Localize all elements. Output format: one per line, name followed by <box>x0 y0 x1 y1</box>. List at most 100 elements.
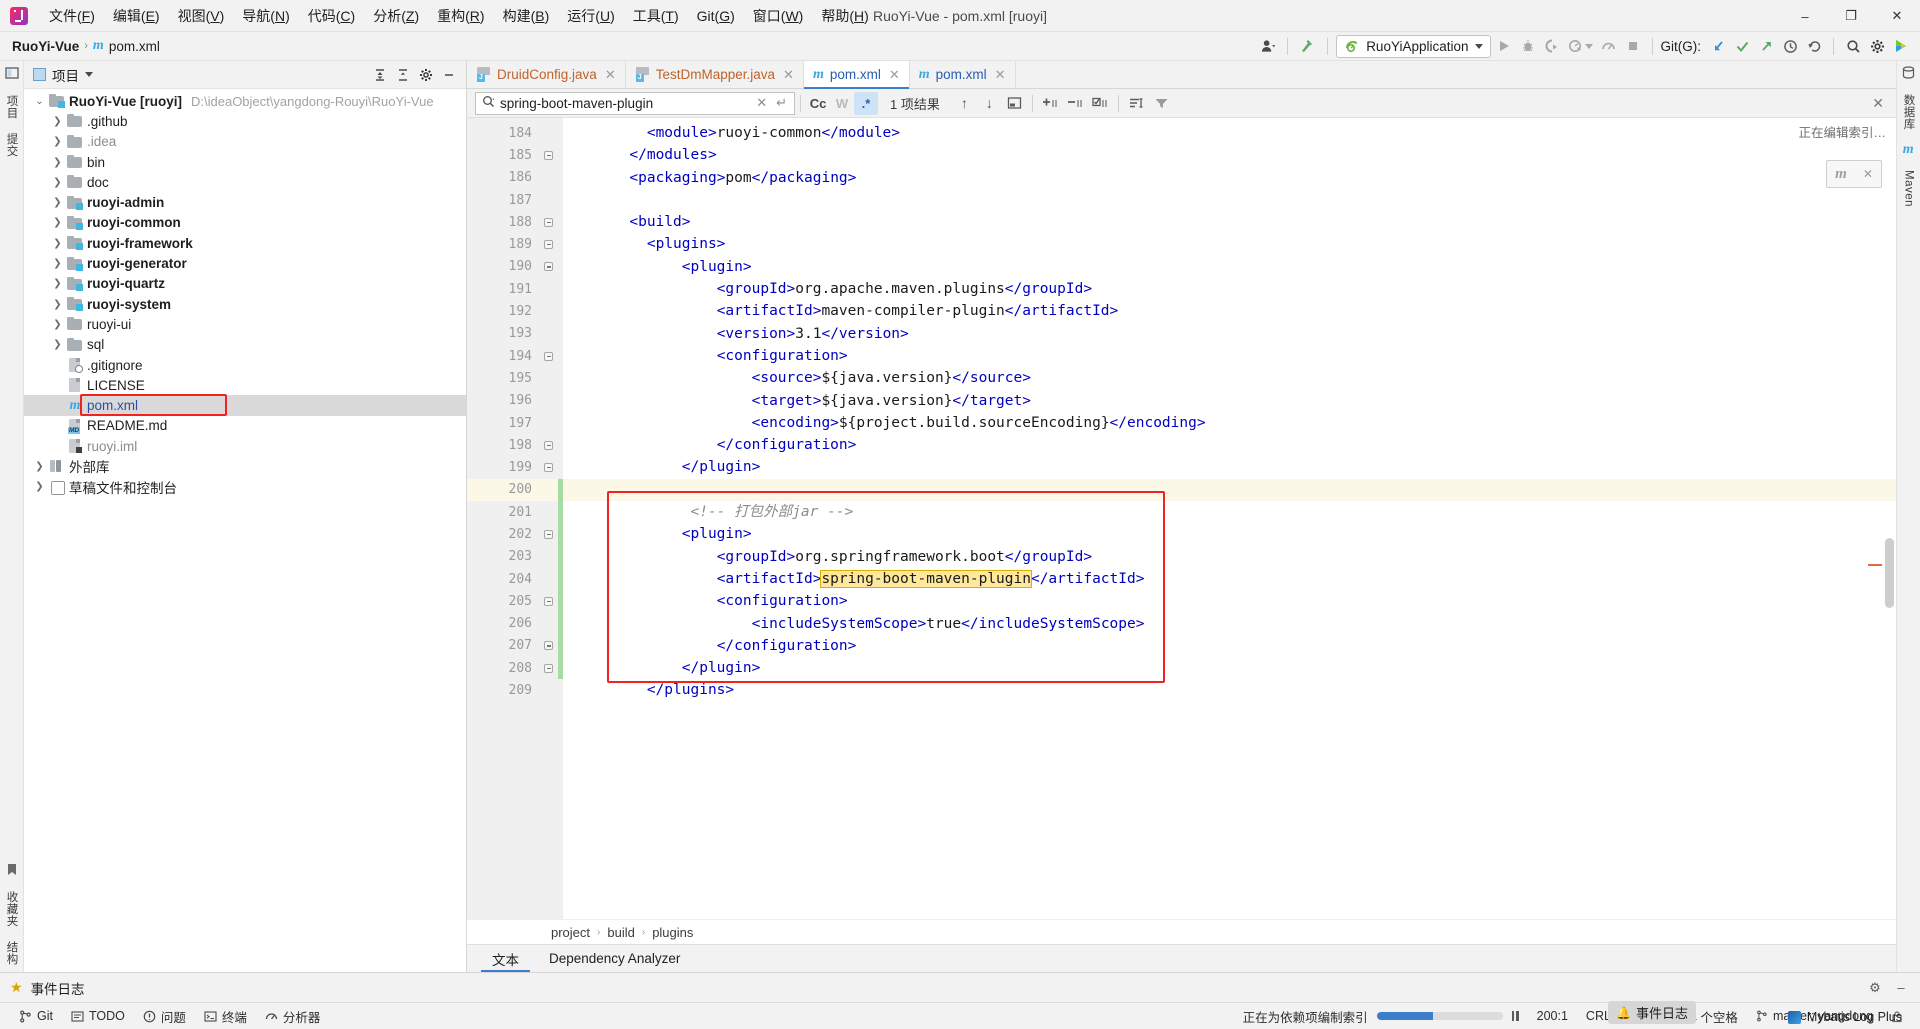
run-with-coverage-button[interactable] <box>1541 35 1563 57</box>
tree-node[interactable]: ❯ .github <box>24 111 466 131</box>
caret-position[interactable]: 200:1 <box>1528 1009 1577 1023</box>
menu-item-help[interactable]: 帮助(H) <box>812 3 877 29</box>
search-everywhere-icon[interactable] <box>1842 35 1864 57</box>
regex-toggle[interactable]: .* <box>854 91 878 115</box>
code-line[interactable]: </plugin> <box>563 456 1896 478</box>
sidebar-item-bookmarks[interactable]: 收藏夹 <box>1 884 23 934</box>
event-log-settings-icon[interactable]: ⚙ <box>1864 977 1886 999</box>
fold-marker[interactable] <box>539 523 558 545</box>
menu-item-tools[interactable]: 工具(T) <box>624 3 688 29</box>
bottom-tab-todo[interactable]: TODO <box>62 1009 134 1023</box>
sidebar-item-project[interactable]: 项目 <box>1 88 23 126</box>
tab-text[interactable]: 文本 <box>477 945 534 972</box>
chevron-right-icon[interactable]: ❯ <box>52 136 63 147</box>
code-line[interactable]: <module>ruoyi-common</module> <box>563 122 1896 144</box>
sidebar-item-maven[interactable]: Maven <box>1900 163 1918 214</box>
code-line[interactable]: <groupId>org.apache.maven.plugins</group… <box>563 278 1896 300</box>
settings-gear-icon[interactable] <box>1866 35 1888 57</box>
git-push-icon[interactable] <box>1755 35 1777 57</box>
fold-icon[interactable] <box>544 262 553 272</box>
account-icon[interactable] <box>1257 35 1279 57</box>
code-line[interactable]: </plugins> <box>563 679 1896 701</box>
event-log-hide-icon[interactable]: – <box>1890 977 1912 999</box>
code-line[interactable]: <configuration> <box>563 345 1896 367</box>
pause-task-button[interactable] <box>1503 1011 1528 1021</box>
chevron-right-icon[interactable]: ❯ <box>52 116 63 127</box>
code-line[interactable]: <plugins> <box>563 233 1896 255</box>
tree-node[interactable]: MD README.md <box>24 416 466 436</box>
filter-lines-icon[interactable] <box>1124 92 1149 115</box>
fold-icon[interactable] <box>544 440 553 450</box>
updates-icon[interactable] <box>1890 35 1912 57</box>
code-editor[interactable]: 184 185 186 187 188 189 190 191 192 193 194 195 196 1… <box>467 118 1896 919</box>
fold-marker[interactable] <box>539 233 558 255</box>
tree-node[interactable]: ruoyi.iml <box>24 436 466 456</box>
bottom-tab-git[interactable]: Git <box>10 1009 62 1023</box>
fold-marker[interactable] <box>539 211 558 233</box>
close-icon[interactable]: ✕ <box>995 67 1006 83</box>
chevron-right-icon[interactable]: ❯ <box>52 238 63 249</box>
run-button[interactable] <box>1493 35 1515 57</box>
chevron-right-icon[interactable]: ❯ <box>52 299 63 310</box>
breadcrumb-build-node[interactable]: build <box>607 925 634 940</box>
fold-marker[interactable] <box>539 456 558 478</box>
close-icon[interactable]: ✕ <box>605 67 616 83</box>
chevron-right-icon[interactable]: ❯ <box>52 339 63 350</box>
bottom-tab-problems[interactable]: 问题 <box>134 1007 195 1026</box>
fold-marker[interactable] <box>539 144 558 166</box>
code-line[interactable]: </plugin> <box>563 657 1896 679</box>
tree-node[interactable]: ❯ 外部库 <box>24 456 466 476</box>
tree-node[interactable]: ❯ .idea <box>24 132 466 152</box>
expand-icon[interactable] <box>392 64 414 86</box>
profile-button[interactable] <box>1598 35 1620 57</box>
tree-node[interactable]: m pom.xml <box>24 394 466 417</box>
tree-node[interactable]: ❯ 草稿文件和控制台 <box>24 477 466 497</box>
toggle-line-icon[interactable] <box>1088 92 1113 115</box>
fold-icon[interactable] <box>544 240 553 250</box>
close-icon[interactable]: ✕ <box>783 67 794 83</box>
background-task-status[interactable]: 正在为依赖项编制索引 <box>1234 1007 1377 1026</box>
fold-icon[interactable] <box>544 641 553 651</box>
tree-node[interactable]: ❯ ruoyi-generator <box>24 253 466 273</box>
project-settings-gear-icon[interactable] <box>415 64 437 86</box>
chevron-down-icon[interactable]: ⌄ <box>34 96 45 107</box>
fold-icon[interactable] <box>544 663 553 673</box>
sidebar-item-commit[interactable]: 提交 <box>1 126 23 164</box>
tree-node[interactable]: ❯ doc <box>24 172 466 192</box>
maximize-button[interactable]: ❐ <box>1828 0 1874 32</box>
tab-dependency-analyzer[interactable]: Dependency Analyzer <box>534 945 695 972</box>
clear-search-icon[interactable]: ✕ <box>754 95 769 111</box>
tree-node[interactable]: ❯ bin <box>24 152 466 172</box>
code-line[interactable]: <target>${java.version}</target> <box>563 390 1896 412</box>
code-line[interactable] <box>563 478 1896 502</box>
git-update-icon[interactable] <box>1707 35 1729 57</box>
git-commit-icon[interactable] <box>1731 35 1753 57</box>
fold-marker[interactable] <box>539 657 558 679</box>
fold-icon[interactable] <box>544 217 553 227</box>
fold-marker[interactable] <box>539 345 558 367</box>
fold-marker[interactable] <box>539 635 558 657</box>
fold-icon[interactable] <box>544 351 553 361</box>
code-line[interactable]: <source>${java.version}</source> <box>563 367 1896 389</box>
menu-item-window[interactable]: 窗口(W) <box>744 3 813 29</box>
stop-button[interactable] <box>1622 35 1644 57</box>
menu-item-navigate[interactable]: 导航(N) <box>233 3 298 29</box>
tree-node[interactable]: ❯ ruoyi-ui <box>24 314 466 334</box>
tree-node[interactable]: ❯ ruoyi-framework <box>24 233 466 253</box>
tree-node[interactable]: ❯ ruoyi-admin <box>24 192 466 212</box>
code-line[interactable]: <build> <box>563 211 1896 233</box>
chevron-right-icon[interactable]: ❯ <box>34 481 45 492</box>
close-find-bar-icon[interactable]: ✕ <box>1866 95 1890 112</box>
code-line[interactable]: <version>3.1</version> <box>563 323 1896 345</box>
chevron-right-icon[interactable]: ❯ <box>52 217 63 228</box>
event-log-chip[interactable]: 🔔 事件日志 <box>1608 1001 1696 1024</box>
code-line[interactable]: </modules> <box>563 144 1896 166</box>
find-next-button[interactable]: ↓ <box>977 92 1002 115</box>
code-line[interactable]: <groupId>org.springframework.boot</group… <box>563 546 1896 568</box>
minimize-button[interactable]: – <box>1782 0 1828 32</box>
menu-item-refactor[interactable]: 重构(R) <box>428 3 493 29</box>
chevron-down-icon[interactable] <box>85 72 93 77</box>
project-rail-icon[interactable] <box>4 61 19 88</box>
code-line[interactable]: <plugin> <box>563 523 1896 545</box>
mybatis-plugin-chip[interactable]: Mybatis Log Plus <box>1787 1010 1902 1024</box>
